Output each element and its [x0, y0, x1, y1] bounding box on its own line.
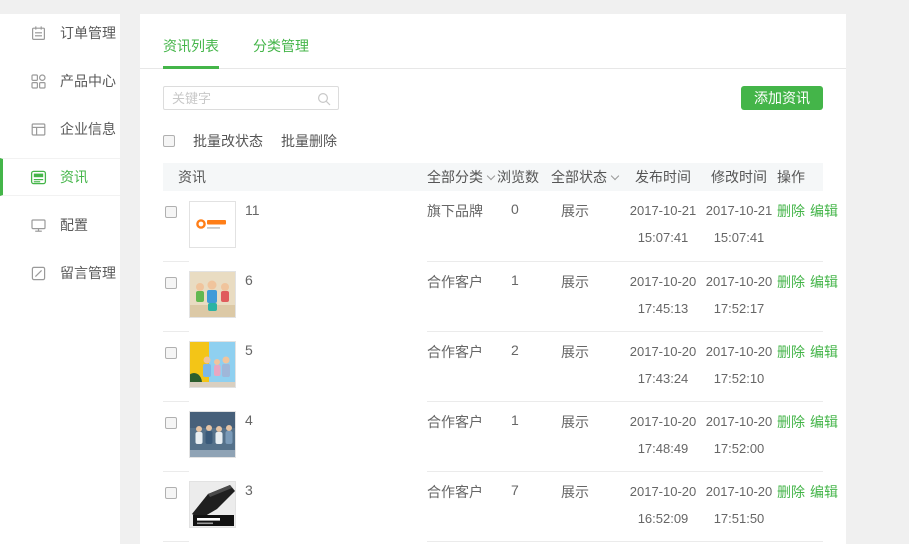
news-views: 1 [497, 401, 551, 471]
thumbnail-image [189, 341, 236, 388]
news-status: 展示 [551, 471, 625, 541]
edit-link[interactable]: 编辑 [810, 414, 838, 430]
thumbnail-image [189, 411, 236, 458]
sidebar-item-label: 企业信息 [60, 119, 116, 139]
news-status: 展示 [551, 261, 625, 331]
news-views: 7 [497, 471, 551, 541]
table-row: 5 合作客户 2 展示 2017-10-2017:43:24 2017-10-2… [163, 331, 823, 401]
delete-link[interactable]: 删除 [777, 414, 805, 430]
news-category: 合作客户 [427, 401, 497, 471]
news-views: 1 [497, 261, 551, 331]
news-status: 展示 [551, 331, 625, 401]
sidebar-item-products[interactable]: 产品中心 [0, 62, 120, 100]
publish-time: 2017-10-2017:45:13 [625, 261, 701, 331]
batch-actions: 批量改状态 批量删除 [163, 134, 823, 148]
publish-time: 2017-10-2115:07:41 [625, 191, 701, 261]
table-header-row: 资讯 全部分类 浏览数 全部状态 发布时间 修改时间 操作 [163, 163, 823, 191]
modify-time: 2017-10-2115:07:41 [701, 191, 777, 261]
table-row: 6 合作客户 1 展示 2017-10-2017:45:13 2017-10-2… [163, 261, 823, 331]
edit-link[interactable]: 编辑 [810, 203, 838, 219]
batch-delete-button[interactable]: 批量删除 [281, 131, 337, 151]
sidebar-item-label: 配置 [60, 215, 88, 235]
table-row: 4 合作客户 1 展示 2017-10-2017:48:49 2017-10-2… [163, 401, 823, 471]
chevron-down-icon [487, 172, 495, 180]
row-checkbox[interactable] [165, 347, 177, 359]
batch-change-status-button[interactable]: 批量改状态 [193, 131, 263, 151]
sidebar-item-label: 产品中心 [60, 71, 116, 91]
news-views: 0 [497, 191, 551, 261]
column-filter-status[interactable]: 全部状态 [551, 163, 625, 191]
news-category: 合作客户 [427, 471, 497, 541]
sidebar-item-config[interactable]: 配置 [0, 206, 120, 244]
order-icon [30, 25, 47, 42]
news-views: 2 [497, 331, 551, 401]
delete-link[interactable]: 删除 [777, 484, 805, 500]
search-icon [317, 92, 331, 109]
publish-time: 2017-10-2017:43:24 [625, 331, 701, 401]
add-news-button[interactable]: 添加资讯 [741, 86, 823, 110]
thumbnail-image [189, 271, 236, 318]
sidebar-item-orders[interactable]: 订单管理 [0, 14, 120, 52]
news-category: 合作客户 [427, 331, 497, 401]
messages-icon [30, 265, 47, 282]
row-checkbox[interactable] [165, 487, 177, 499]
tab-category-management[interactable]: 分类管理 [253, 36, 309, 68]
search-box [163, 86, 339, 110]
tab-bar: 资讯列表 分类管理 [140, 14, 846, 69]
edit-link[interactable]: 编辑 [810, 274, 838, 290]
news-category: 合作客户 [427, 261, 497, 331]
thumbnail-image [189, 201, 236, 248]
delete-link[interactable]: 删除 [777, 344, 805, 360]
delete-link[interactable]: 删除 [777, 274, 805, 290]
tab-news-list[interactable]: 资讯列表 [163, 36, 219, 68]
news-category: 旗下品牌 [427, 191, 497, 261]
news-title: 6 [245, 272, 253, 288]
column-header-news: 资讯 [163, 163, 427, 191]
chevron-down-icon [611, 172, 619, 180]
column-header-actions: 操作 [777, 163, 823, 191]
sidebar-item-messages[interactable]: 留言管理 [0, 254, 120, 292]
sidebar-item-company[interactable]: 企业信息 [0, 110, 120, 148]
thumbnail-image [189, 481, 236, 528]
delete-link[interactable]: 删除 [777, 203, 805, 219]
search-input[interactable] [164, 87, 314, 109]
news-status: 展示 [551, 401, 625, 471]
products-icon [30, 73, 47, 90]
sidebar-item-label: 留言管理 [60, 263, 116, 283]
news-title: 11 [245, 202, 260, 218]
edit-link[interactable]: 编辑 [810, 344, 838, 360]
publish-time: 2017-10-2017:48:49 [625, 401, 701, 471]
column-header-views: 浏览数 [497, 163, 551, 191]
select-all-checkbox[interactable] [163, 135, 175, 147]
news-title: 4 [245, 412, 253, 428]
column-header-publish-time: 发布时间 [625, 163, 701, 191]
toolbar: 添加资讯 [163, 86, 823, 110]
news-title: 5 [245, 342, 253, 358]
row-checkbox[interactable] [165, 277, 177, 289]
row-checkbox[interactable] [165, 417, 177, 429]
modify-time: 2017-10-2017:52:00 [701, 401, 777, 471]
news-icon [30, 169, 47, 186]
publish-time: 2017-10-2016:52:09 [625, 471, 701, 541]
column-header-modify-time: 修改时间 [701, 163, 777, 191]
table-row: 11 旗下品牌 0 展示 2017-10-2115:07:41 2017-10-… [163, 191, 823, 261]
column-filter-category[interactable]: 全部分类 [427, 163, 497, 191]
modify-time: 2017-10-2017:52:10 [701, 331, 777, 401]
news-table: 资讯 全部分类 浏览数 全部状态 发布时间 修改时间 操作 [163, 163, 823, 542]
news-title: 3 [245, 482, 253, 498]
news-status: 展示 [551, 191, 625, 261]
main-panel: 资讯列表 分类管理 添加资讯 批量改状态 批量删除 [140, 14, 846, 544]
edit-link[interactable]: 编辑 [810, 484, 838, 500]
sidebar-item-label: 资讯 [60, 167, 88, 187]
table-row: 3 合作客户 7 展示 2017-10-2016:52:09 2017-10-2… [163, 471, 823, 541]
modify-time: 2017-10-2017:52:17 [701, 261, 777, 331]
row-checkbox[interactable] [165, 206, 177, 218]
sidebar: 订单管理 产品中心 企业信息 资讯 [0, 14, 120, 544]
sidebar-item-label: 订单管理 [60, 23, 116, 43]
sidebar-item-news[interactable]: 资讯 [0, 158, 120, 196]
modify-time: 2017-10-2017:51:50 [701, 471, 777, 541]
company-icon [30, 121, 47, 138]
config-icon [30, 217, 47, 234]
